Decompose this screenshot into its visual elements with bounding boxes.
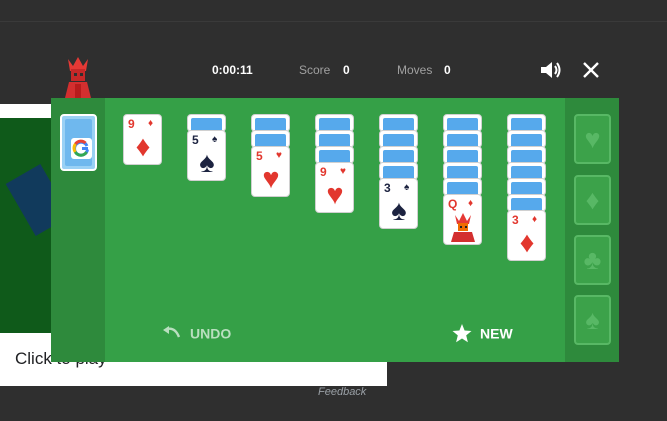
face-up-card[interactable]: 9 ♦ ♦ xyxy=(123,114,162,165)
close-icon[interactable] xyxy=(582,61,600,79)
moves-value: 0 xyxy=(444,63,451,77)
card-suit-large: ♥ xyxy=(262,163,280,195)
solitaire-dialog: 0:00:11 Score 0 Moves 0 9 ♦ ♦ 5 ♠ ♠ 5 ♥ ♥ 9 ♥ ♥ 3 ♠ ♠ Q xyxy=(51,41,619,362)
face-up-card[interactable]: Q ♦ xyxy=(443,194,482,245)
volume-icon[interactable] xyxy=(540,60,562,80)
card-suit-small: ♠ xyxy=(404,182,410,193)
card-suit-small: ♦ xyxy=(468,198,474,209)
face-up-card[interactable]: 5 ♥ ♥ xyxy=(251,146,290,197)
card-rank: 5 xyxy=(192,133,199,147)
score-value: 0 xyxy=(343,63,350,77)
face-up-card[interactable]: 3 ♠ ♠ xyxy=(379,178,418,229)
heart-icon: ♥ xyxy=(584,124,601,154)
card-suit-small: ♥ xyxy=(276,150,282,161)
card-suit-small: ♦ xyxy=(532,214,538,225)
stock-pile[interactable] xyxy=(60,114,97,171)
undo-label: UNDO xyxy=(190,325,232,342)
face-up-card[interactable]: 3 ♦ ♦ xyxy=(507,210,546,261)
foundation-diamonds[interactable]: ♦ xyxy=(574,175,611,225)
card-rank: 3 xyxy=(512,213,519,227)
foundation-clubs[interactable]: ♣ xyxy=(574,235,611,285)
star-icon xyxy=(452,324,472,343)
score-label: Score xyxy=(299,63,331,77)
club-icon: ♣ xyxy=(583,245,602,275)
card-rank: 9 xyxy=(128,117,135,131)
player-avatar-icon xyxy=(65,57,91,98)
new-game-button[interactable]: NEW xyxy=(452,324,513,343)
face-up-card[interactable]: 5 ♠ ♠ xyxy=(187,130,226,181)
diamond-icon: ♦ xyxy=(585,185,600,215)
foundation-spades[interactable]: ♠ xyxy=(574,295,611,345)
stock-card-back xyxy=(65,119,92,166)
queen-figure-icon xyxy=(451,213,475,242)
new-label: NEW xyxy=(480,325,513,342)
page-top-divider xyxy=(0,21,667,22)
card-rank: 5 xyxy=(256,149,263,163)
card-suit-small: ♠ xyxy=(212,134,218,145)
undo-button[interactable]: UNDO xyxy=(162,324,231,341)
face-up-card[interactable]: 9 ♥ ♥ xyxy=(315,162,354,213)
card-suit-small: ♦ xyxy=(148,118,154,129)
card-rank: 3 xyxy=(384,181,391,195)
undo-icon xyxy=(163,326,181,338)
card-suit-large: ♠ xyxy=(199,147,215,179)
card-rank: 9 xyxy=(320,165,327,179)
card-suit-large: ♦ xyxy=(135,131,151,163)
spade-icon: ♠ xyxy=(585,305,600,335)
card-rank: Q xyxy=(448,197,458,211)
game-timer: 0:00:11 xyxy=(212,63,253,77)
card-suit-large: ♥ xyxy=(326,179,344,211)
google-logo-icon xyxy=(71,138,92,159)
foundation-hearts[interactable]: ♥ xyxy=(574,114,611,164)
moves-label: Moves xyxy=(397,63,433,77)
feedback-link[interactable]: Feedback xyxy=(318,386,366,398)
game-header: 0:00:11 Score 0 Moves 0 xyxy=(51,41,619,98)
card-suit-large: ♠ xyxy=(391,195,407,227)
card-suit-large: ♦ xyxy=(519,227,535,259)
card-suit-small: ♥ xyxy=(340,166,346,177)
